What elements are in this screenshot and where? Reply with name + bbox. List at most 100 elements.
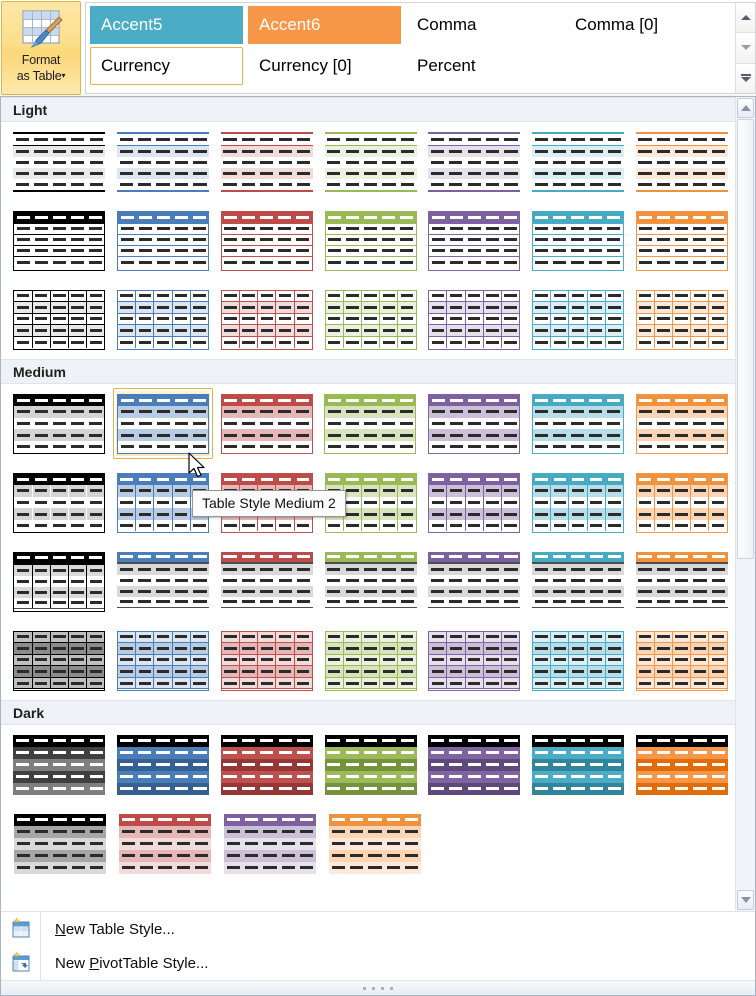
group-header-light: Light xyxy=(1,97,735,122)
table-style-thumbnail[interactable] xyxy=(424,546,525,617)
cell-style-percent[interactable]: Percent xyxy=(406,47,559,85)
new-table-style-icon xyxy=(1,912,41,946)
style-row xyxy=(1,804,735,883)
table-style-thumbnail[interactable] xyxy=(631,729,732,800)
table-style-thumbnail[interactable] xyxy=(113,546,214,617)
table-style-thumbnail[interactable] xyxy=(320,284,421,355)
gallery-scroll-down-button[interactable] xyxy=(736,33,755,64)
cell-style-accent5[interactable]: Accent5 xyxy=(90,6,243,44)
table-style-thumbnail[interactable] xyxy=(528,126,629,197)
table-style-thumbnail[interactable] xyxy=(9,808,111,879)
cell-style-comma[interactable]: Comma xyxy=(406,6,559,44)
table-style-thumbnail[interactable] xyxy=(113,625,214,696)
cell-style-currency-0[interactable]: Currency [0] xyxy=(248,47,401,85)
style-row xyxy=(1,122,735,201)
panel-scroll-up-button[interactable] xyxy=(737,98,754,118)
table-style-thumbnail[interactable] xyxy=(9,205,110,276)
table-style-thumbnail[interactable] xyxy=(528,284,629,355)
gallery-more-button[interactable] xyxy=(736,63,755,93)
table-style-thumbnail[interactable] xyxy=(216,205,317,276)
table-paintbrush-icon xyxy=(19,7,63,51)
table-style-thumbnail[interactable] xyxy=(219,808,321,879)
table-style-thumbnail[interactable] xyxy=(9,126,110,197)
chevron-down-icon[interactable]: ▾ xyxy=(61,71,65,80)
table-style-thumbnail[interactable] xyxy=(528,467,629,538)
table-style-thumbnail[interactable] xyxy=(631,388,732,459)
table-style-thumbnail[interactable] xyxy=(320,126,421,197)
cell-style-label: Currency [0] xyxy=(259,56,352,75)
table-style-thumbnail[interactable] xyxy=(631,284,732,355)
scrollbar-thumb[interactable] xyxy=(737,119,754,559)
table-style-thumbnail[interactable] xyxy=(9,284,110,355)
table-style-thumbnail[interactable] xyxy=(631,205,732,276)
table-style-thumbnail[interactable] xyxy=(528,205,629,276)
table-style-thumbnail[interactable] xyxy=(112,388,214,459)
table-style-thumbnail[interactable] xyxy=(424,284,525,355)
panel-resize-grip[interactable] xyxy=(1,980,755,995)
scroll-down-icon xyxy=(740,897,751,903)
command-label: New PivotTable Style... xyxy=(55,954,209,972)
table-style-thumbnail[interactable] xyxy=(9,625,110,696)
table-style-thumbnail[interactable] xyxy=(216,625,317,696)
style-row xyxy=(1,621,735,700)
table-style-thumbnail[interactable] xyxy=(216,546,317,617)
table-style-thumbnail[interactable] xyxy=(9,388,110,459)
cell-style-currency[interactable]: Currency xyxy=(90,47,243,85)
panel-scroll-down-button[interactable] xyxy=(737,890,754,910)
table-style-thumbnail[interactable] xyxy=(216,388,317,459)
table-style-thumbnail[interactable] xyxy=(216,284,317,355)
table-style-thumbnail[interactable] xyxy=(424,467,525,538)
table-style-thumbnail[interactable] xyxy=(113,205,214,276)
table-style-thumbnail[interactable] xyxy=(113,126,214,197)
table-style-thumbnail[interactable] xyxy=(424,388,525,459)
table-style-thumbnail[interactable] xyxy=(320,205,421,276)
scroll-up-icon xyxy=(740,15,751,21)
table-style-thumbnail[interactable] xyxy=(113,729,214,800)
table-style-thumbnail[interactable] xyxy=(9,546,110,617)
table-style-thumbnail[interactable] xyxy=(631,625,732,696)
table-style-thumbnail[interactable] xyxy=(528,546,629,617)
table-style-thumbnail[interactable] xyxy=(528,388,629,459)
cell-style-label: Accent5 xyxy=(101,15,163,34)
format-as-table-button[interactable]: Format as Table▾ xyxy=(1,1,81,95)
grip-dot xyxy=(381,986,384,990)
table-style-thumbnail[interactable] xyxy=(114,808,216,879)
panel-scrollbar[interactable] xyxy=(735,97,755,911)
cell-style-label: Currency xyxy=(101,56,170,75)
cell-style-accent6[interactable]: Accent6 xyxy=(248,6,401,44)
more-styles-icon xyxy=(740,74,751,83)
table-style-thumbnail[interactable] xyxy=(320,546,421,617)
scrollbar-track[interactable] xyxy=(736,119,755,889)
style-row xyxy=(1,384,735,463)
new-pivottable-style-command[interactable]: New PivotTable Style... xyxy=(1,946,755,980)
table-styles-dropdown-panel: Light Medium Dark New Table Style... New… xyxy=(0,96,756,996)
table-style-thumbnail[interactable] xyxy=(528,729,629,800)
table-style-thumbnail[interactable] xyxy=(631,467,732,538)
table-style-thumbnail[interactable] xyxy=(424,126,525,197)
style-row xyxy=(1,280,735,359)
new-table-style-command[interactable]: New Table Style... xyxy=(1,912,755,946)
scroll-down-icon xyxy=(740,45,751,51)
gallery-scroll-up-button[interactable] xyxy=(736,3,755,34)
table-style-thumbnail[interactable] xyxy=(9,467,110,538)
table-style-thumbnail[interactable] xyxy=(424,625,525,696)
table-style-thumbnail[interactable] xyxy=(320,729,421,800)
table-style-thumbnail[interactable] xyxy=(631,126,732,197)
table-style-thumbnail[interactable] xyxy=(424,205,525,276)
table-style-thumbnail[interactable] xyxy=(528,625,629,696)
cell-style-comma-0[interactable]: Comma [0] xyxy=(564,6,717,44)
table-style-thumbnail[interactable] xyxy=(324,808,426,879)
style-row xyxy=(1,201,735,280)
table-style-thumbnail[interactable] xyxy=(216,126,317,197)
grip-dot xyxy=(363,986,366,990)
table-style-thumbnail[interactable] xyxy=(320,625,421,696)
fat-label-line1: Format xyxy=(21,53,61,67)
table-style-thumbnail[interactable] xyxy=(424,729,525,800)
panel-commands: New Table Style... New PivotTable Style.… xyxy=(1,911,755,980)
table-style-thumbnail[interactable] xyxy=(216,729,317,800)
table-style-thumbnail[interactable] xyxy=(320,388,421,459)
table-style-thumbnail[interactable] xyxy=(9,729,110,800)
cell-style-label: Comma [0] xyxy=(575,15,659,34)
table-style-thumbnail[interactable] xyxy=(631,546,732,617)
table-style-thumbnail[interactable] xyxy=(113,284,214,355)
